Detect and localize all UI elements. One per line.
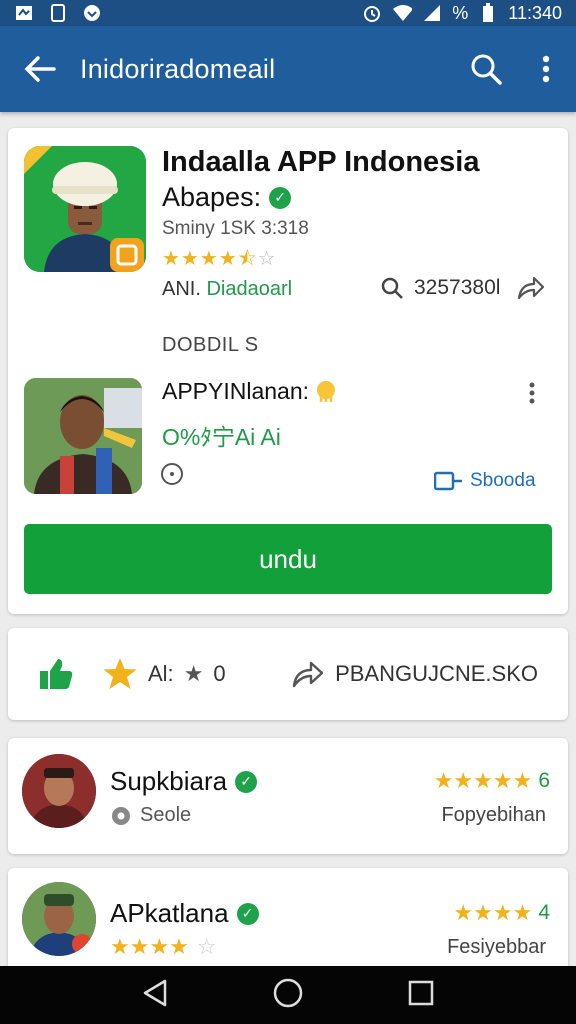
like-button[interactable] bbox=[38, 657, 74, 691]
share-button[interactable] bbox=[516, 274, 546, 307]
profile-name-row: APPYINlanan: bbox=[162, 378, 337, 405]
downloads-row: 3257380l bbox=[380, 276, 500, 300]
profile-name: APPYINlanan: bbox=[162, 378, 310, 404]
badge-icon bbox=[317, 380, 336, 402]
search-icon bbox=[471, 54, 502, 85]
reviewer-name-row: APkatlana ✓ bbox=[110, 898, 259, 929]
rating-summary[interactable]: Al: ★ 0 bbox=[102, 657, 226, 691]
reviewer-name: APkatlana bbox=[110, 898, 229, 928]
review-count: 6 bbox=[538, 769, 550, 792]
search-button[interactable] bbox=[456, 26, 516, 112]
review-stars: ★★★★★ 6 bbox=[434, 768, 550, 794]
rating-value: 0 bbox=[213, 661, 226, 686]
rating-label: Al: bbox=[148, 661, 174, 686]
app-meta: Sminy 1SK 3:318 bbox=[162, 218, 309, 239]
wifi-icon bbox=[392, 4, 413, 22]
star-icon: ★★★★ bbox=[453, 900, 533, 925]
nav-home-icon bbox=[273, 978, 303, 1007]
share-action[interactable]: PBANGUJCNE.SKO bbox=[291, 659, 538, 689]
reviewer-name-row: Supkbiara ✓ bbox=[110, 766, 258, 797]
search-small-icon bbox=[381, 277, 403, 299]
empty-star-icon: ☆ bbox=[257, 248, 277, 270]
star-icon: ★★★★ bbox=[110, 934, 189, 959]
video-icon bbox=[434, 471, 462, 491]
battery-percent: % bbox=[452, 2, 469, 23]
reviewer-name: Supkbiara bbox=[110, 766, 228, 796]
battery-icon bbox=[478, 3, 498, 22]
nav-home-button[interactable] bbox=[272, 977, 304, 1014]
share-icon bbox=[292, 661, 324, 688]
app-avatar-illustration bbox=[24, 146, 146, 272]
system-nav-bar bbox=[0, 966, 576, 1024]
app-bar-title: Inidoriradomeail bbox=[80, 53, 276, 84]
clock: 11:340 bbox=[508, 2, 562, 23]
signal-icon bbox=[422, 4, 442, 22]
avatar-illustration bbox=[22, 754, 96, 828]
avatar[interactable] bbox=[22, 754, 96, 828]
review-stars: ★★★★ 4 bbox=[453, 900, 550, 926]
location-pin-icon bbox=[161, 463, 183, 485]
back-button[interactable] bbox=[0, 26, 80, 112]
star-small-icon: ★ bbox=[183, 661, 204, 686]
verified-icon: ✓ bbox=[269, 186, 292, 209]
more-vert-icon bbox=[529, 382, 535, 404]
app-detail-card: Indaalla APP Indonesia Abapes: ✓ Sminy 1… bbox=[8, 128, 568, 614]
reviewer-sub-row: Seole bbox=[110, 804, 191, 827]
share-icon bbox=[517, 276, 545, 300]
app-notification-icon bbox=[82, 4, 102, 22]
profile-more-button[interactable] bbox=[528, 382, 536, 409]
review-count: 4 bbox=[538, 901, 550, 924]
app-bar: Inidoriradomeail bbox=[0, 26, 576, 112]
reviewer-sub: Seole bbox=[140, 804, 192, 826]
profile-link-text: Sbooda bbox=[470, 470, 536, 491]
verified-icon: ✓ bbox=[235, 770, 258, 793]
app-subtitle: Abapes: ✓ bbox=[162, 182, 292, 213]
more-vert-icon bbox=[542, 55, 550, 83]
notification-icon bbox=[14, 4, 34, 22]
location-button[interactable] bbox=[160, 462, 184, 491]
star-icon: ★★★★★ bbox=[433, 768, 533, 793]
app-icon[interactable] bbox=[24, 146, 146, 272]
verified-icon: ✓ bbox=[236, 902, 259, 925]
half-star-icon: ⯪ bbox=[237, 248, 258, 270]
nav-back-button[interactable] bbox=[141, 978, 169, 1013]
star-icon bbox=[103, 658, 137, 689]
thumbs-up-icon bbox=[40, 659, 73, 689]
overflow-menu-button[interactable] bbox=[516, 26, 576, 112]
share-label: PBANGUJCNE.SKO bbox=[335, 661, 538, 686]
back-arrow-icon bbox=[24, 56, 56, 82]
profile-tags: O%ﾀ宁Ai Ai bbox=[162, 424, 281, 450]
developer-name: Diadaoarl bbox=[206, 278, 293, 300]
section-label: DOBDIL S bbox=[162, 334, 259, 356]
actions-card: Al: ★ 0 PBANGUJCNE.SKO bbox=[8, 628, 568, 720]
avatar[interactable] bbox=[22, 882, 96, 956]
review-status: Fopyebihan bbox=[441, 804, 546, 826]
app-subtitle-text: Abapes: bbox=[162, 182, 262, 212]
downloads-count: 3257380l bbox=[414, 276, 501, 299]
app-name: Indaalla APP Indonesia bbox=[162, 146, 480, 178]
nav-recents-button[interactable] bbox=[407, 979, 435, 1012]
review-card[interactable]: Supkbiara ✓ Seole ★★★★★ 6 Fopyebihan bbox=[8, 738, 568, 854]
nav-back-icon bbox=[144, 979, 167, 1006]
reviewer-rating: ★★★★ ☆ bbox=[110, 934, 217, 960]
status-bar: % 11:340 bbox=[0, 0, 576, 26]
review-status: Fesiyebbar bbox=[447, 936, 546, 958]
location-icon bbox=[112, 806, 130, 825]
half-star-icon: ☆ bbox=[196, 934, 217, 959]
developer-prefix: ANI. bbox=[162, 278, 207, 300]
app-rating-stars: ★★★★⯪☆ bbox=[162, 244, 277, 278]
star-icon: ★★★★ bbox=[162, 248, 238, 270]
install-button[interactable]: undu bbox=[24, 524, 552, 594]
nav-recents-icon bbox=[408, 980, 433, 1005]
profile-photo[interactable] bbox=[24, 378, 142, 494]
profile-link[interactable]: Sbooda bbox=[434, 470, 536, 492]
person-photo-illustration bbox=[24, 378, 142, 494]
avatar-illustration bbox=[22, 882, 96, 956]
phone-icon bbox=[48, 4, 68, 22]
developer-row[interactable]: ANI. Diadaoarl bbox=[162, 278, 292, 301]
alarm-icon bbox=[362, 4, 382, 22]
